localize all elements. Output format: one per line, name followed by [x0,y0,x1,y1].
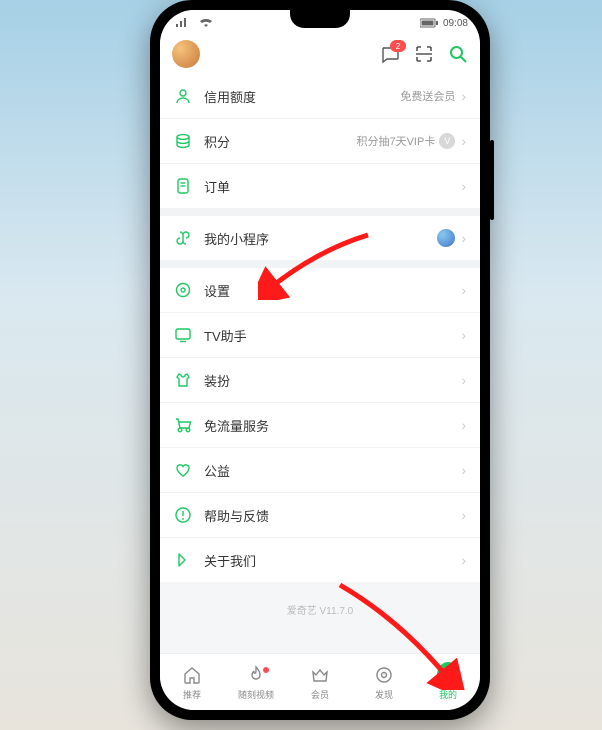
phone-screen: 09:08 2 [160,10,480,710]
chevron-right-icon: › [461,507,466,523]
search-icon[interactable] [448,44,468,64]
data-icon [174,416,192,434]
nav-recommend[interactable]: 推荐 [160,654,224,710]
points-icon [174,132,192,150]
page-header: 2 [160,34,480,74]
message-icon[interactable]: 2 [380,44,400,64]
battery-icon [419,13,439,33]
decor-icon [174,371,192,389]
row-label: 公益 [204,461,230,480]
row-extra: 积分抽7天VIP卡 V [356,133,455,149]
chevron-right-icon: › [461,178,466,194]
row-decor[interactable]: 装扮 › [160,358,480,403]
phone-frame: 09:08 2 [150,0,490,720]
row-points[interactable]: 积分 积分抽7天VIP卡 V › [160,119,480,164]
nav-label: 发现 [375,688,393,701]
tv-icon [174,326,192,344]
nav-label: 我的 [439,688,457,701]
phone-notch [290,10,350,28]
row-label: 积分 [204,132,230,151]
row-label: 我的小程序 [204,229,269,248]
nav-discover[interactable]: 发现 [352,654,416,710]
row-about[interactable]: 关于我们 › [160,538,480,582]
chevron-right-icon: › [461,88,466,104]
row-orders[interactable]: 订单 › [160,164,480,208]
nav-label: 随刻视频 [238,688,274,701]
discover-icon [373,664,395,686]
chevron-right-icon: › [461,282,466,298]
chevron-right-icon: › [461,462,466,478]
row-extra: 免费送会员 [400,88,455,104]
vip-badge-icon: V [439,133,455,149]
mine-icon [437,664,459,686]
chevron-right-icon: › [461,230,466,246]
nav-member[interactable]: 会员 [288,654,352,710]
help-icon [174,506,192,524]
user-avatar[interactable] [172,40,200,68]
nav-dot-badge [263,667,269,673]
crown-icon [309,664,331,686]
signal-icon [172,13,192,33]
row-settings[interactable]: 设置 › [160,268,480,313]
status-time: 09:08 [443,18,468,29]
chevron-right-icon: › [461,417,466,433]
message-badge: 2 [390,40,406,52]
bottom-nav: 推荐 随刻视频 会员 发现 [160,653,480,710]
settings-icon [174,281,192,299]
wifi-icon [196,13,216,33]
nav-label: 会员 [311,688,329,701]
charity-icon [174,461,192,479]
row-tv[interactable]: TV助手 › [160,313,480,358]
nav-moments[interactable]: 随刻视频 [224,654,288,710]
about-icon [174,551,192,569]
credit-icon [174,87,192,105]
row-label: 设置 [204,281,230,300]
menu-list: 信用额度 免费送会员 › 积分 积分抽7天VIP卡 V › [160,74,480,582]
miniapp-avatar-icon [437,229,455,247]
row-label: 免流量服务 [204,416,269,435]
orders-icon [174,177,192,195]
chevron-right-icon: › [461,372,466,388]
phone-side-button [490,140,494,220]
row-label: 订单 [204,177,230,196]
row-charity[interactable]: 公益 › [160,448,480,493]
row-credit[interactable]: 信用额度 免费送会员 › [160,74,480,119]
row-label: 关于我们 [204,551,256,570]
chevron-right-icon: › [461,327,466,343]
row-label: 信用额度 [204,87,256,106]
row-data[interactable]: 免流量服务 › [160,403,480,448]
version-text: 爱奇艺 V11.7.0 [160,582,480,627]
row-miniapp[interactable]: 我的小程序 › [160,216,480,260]
row-label: 装扮 [204,371,230,390]
scan-icon[interactable] [414,44,434,64]
chevron-right-icon: › [461,133,466,149]
miniapp-icon [174,229,192,247]
row-label: TV助手 [204,326,247,345]
row-help[interactable]: 帮助与反馈 › [160,493,480,538]
home-icon [181,664,203,686]
nav-mine[interactable]: 我的 [416,654,480,710]
chevron-right-icon: › [461,552,466,568]
nav-label: 推荐 [183,688,201,701]
row-label: 帮助与反馈 [204,506,269,525]
